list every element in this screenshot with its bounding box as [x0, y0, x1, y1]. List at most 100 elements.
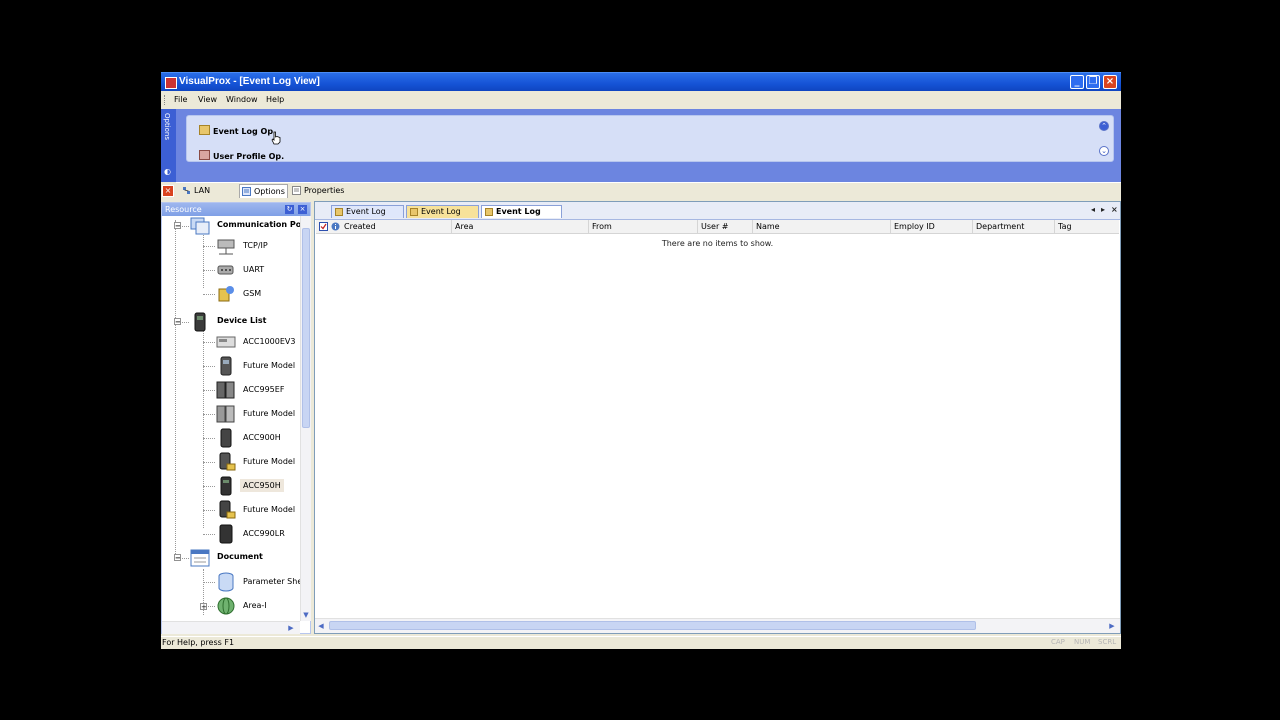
column-department[interactable]: Department	[973, 220, 1055, 233]
network-icon	[183, 187, 190, 194]
tree-item-device[interactable]: ACC900H	[243, 433, 281, 442]
menu-grip	[164, 95, 167, 105]
tree-group-label: Communication Port	[217, 220, 300, 229]
resource-close-icon[interactable]: ×	[298, 205, 307, 214]
title-bar[interactable]: VisualProx - [Event Log View] _ ❐ ×	[161, 72, 1121, 91]
tree-item-uart[interactable]: UART	[243, 265, 264, 274]
tree-item-device[interactable]: Future Model	[243, 409, 295, 418]
tree-item-device[interactable]: Future Model	[243, 457, 295, 466]
main-content: Resource ↻ × − Communication Port TCP/IP…	[161, 199, 1121, 636]
event-log-icon	[410, 208, 418, 216]
scroll-right-icon[interactable]: ▶	[286, 623, 296, 633]
device-icon	[220, 428, 232, 448]
gsm-icon	[218, 286, 234, 302]
resource-tree: − Communication Port TCP/IP UART GSM − D…	[162, 216, 300, 620]
menu-file[interactable]: File	[174, 95, 187, 104]
scroll-thumb[interactable]	[329, 621, 976, 630]
tree-item-area[interactable]: + Area-I	[200, 601, 267, 611]
document-icon	[190, 549, 210, 567]
device-icon	[220, 356, 232, 376]
tab-options[interactable]: Options	[239, 184, 288, 198]
tree-item-device[interactable]: ACC1000EV3	[243, 337, 295, 346]
scroll-left-icon[interactable]: ◀	[316, 621, 326, 631]
scrl-indicator: SCRL	[1098, 638, 1117, 646]
panel-tab-bar: LAN Config Options Properties	[176, 182, 1121, 208]
menu-view[interactable]: View	[198, 95, 217, 104]
device-icon	[216, 381, 235, 399]
user-profile-op-item[interactable]: User Profile Op.	[199, 150, 284, 161]
tab-options-label: Options	[254, 187, 285, 196]
tree-item-parameter-sheet[interactable]: Parameter Sheet	[243, 577, 300, 586]
collapse-icon[interactable]: −	[174, 222, 181, 230]
resource-header: Resource ↻ ×	[162, 203, 310, 216]
document-tab-strip: Event Log View Event Log View Event Log …	[315, 202, 1120, 228]
uart-icon	[217, 265, 234, 275]
menu-window[interactable]: Window	[226, 95, 258, 104]
maximize-button[interactable]: ❐	[1086, 75, 1100, 89]
event-log-op-item[interactable]: Event Log Op.	[199, 125, 276, 136]
collapse-up-icon[interactable]: ⌃	[1099, 121, 1109, 131]
minimize-button[interactable]: _	[1070, 75, 1084, 89]
doc-tab-event-log-view-active[interactable]: Event Log View	[481, 205, 562, 228]
column-created[interactable]: Created	[316, 220, 452, 233]
pin-icon[interactable]: ◐	[164, 167, 173, 176]
device-icon	[220, 476, 232, 496]
resource-vertical-scrollbar[interactable]: ▼	[300, 216, 311, 621]
tree-group-communication-port[interactable]: − Communication Port	[174, 220, 300, 230]
tree-item-device[interactable]: Future Model	[243, 361, 295, 370]
column-employ-id[interactable]: Employ ID	[891, 220, 973, 233]
panel-close-icon[interactable]: ×	[162, 185, 174, 197]
options-side-label: Options	[163, 113, 171, 141]
tree-group-device-list[interactable]: − Device List	[174, 316, 266, 326]
database-icon	[218, 572, 234, 592]
globe-icon	[217, 597, 235, 615]
menu-help[interactable]: Help	[266, 95, 284, 104]
tree-item-device[interactable]: ACC995EF	[243, 385, 284, 394]
column-label: Created	[344, 222, 376, 231]
doc-tab-event-log-view-2[interactable]: Event Log View	[406, 205, 479, 228]
options-sidebar: Options ◐	[161, 109, 176, 182]
tab-close-icon[interactable]: ×	[1111, 205, 1118, 214]
refresh-icon[interactable]: ↻	[285, 205, 294, 214]
column-user-number[interactable]: User #	[698, 220, 753, 233]
device-icon	[219, 524, 233, 544]
close-button[interactable]: ×	[1103, 75, 1117, 89]
app-icon	[165, 77, 177, 89]
column-from[interactable]: From	[589, 220, 698, 233]
tree-item-device[interactable]: Future Model	[243, 505, 295, 514]
empty-list-message: There are no items to show.	[661, 239, 774, 248]
collapse-icon[interactable]: −	[174, 318, 181, 326]
scroll-down-icon[interactable]: ▼	[301, 610, 311, 620]
column-tag[interactable]: Tag	[1055, 220, 1119, 233]
tab-next-icon[interactable]: ▸	[1101, 205, 1105, 214]
doc-tab-event-log-view-1[interactable]: Event Log View	[331, 205, 404, 228]
tree-item-device[interactable]: ACC990LR	[243, 529, 285, 538]
resource-horizontal-scrollbar[interactable]: ▶	[162, 621, 300, 634]
device-icon	[219, 500, 236, 519]
tree-group-document[interactable]: − Document	[174, 552, 263, 562]
tree-item-device-selected[interactable]: ACC950H	[240, 479, 284, 492]
document-horizontal-scrollbar[interactable]: ◀ ▶	[315, 618, 1120, 633]
menu-bar: File View Window Help	[161, 91, 1121, 109]
options-panel: Options ◐ Event Log Op. User Profile Op.…	[161, 109, 1121, 182]
checkbox-icon[interactable]	[319, 222, 328, 231]
info-icon	[331, 222, 340, 231]
num-indicator: NUM	[1074, 638, 1091, 646]
tab-properties-label: Properties	[304, 186, 345, 195]
cap-indicator: CAP	[1051, 638, 1065, 646]
tab-properties[interactable]: Properties	[290, 184, 346, 198]
column-area[interactable]: Area	[452, 220, 589, 233]
column-name[interactable]: Name	[753, 220, 891, 233]
expand-down-icon[interactable]: ⌄	[1099, 146, 1109, 156]
acc1000ev3-icon	[216, 336, 236, 348]
tab-lan-config[interactable]: LAN Config	[180, 184, 238, 208]
resource-panel: Resource ↻ × − Communication Port TCP/IP…	[161, 202, 311, 634]
scroll-thumb[interactable]	[302, 228, 310, 428]
tree-item-gsm[interactable]: GSM	[243, 289, 261, 298]
tab-prev-icon[interactable]: ◂	[1091, 205, 1095, 214]
scroll-right-icon[interactable]: ▶	[1107, 621, 1117, 631]
tree-item-tcpip[interactable]: TCP/IP	[243, 241, 268, 250]
status-text: For Help, press F1	[162, 638, 235, 647]
collapse-icon[interactable]: −	[174, 554, 181, 562]
expand-icon[interactable]: +	[200, 603, 207, 611]
